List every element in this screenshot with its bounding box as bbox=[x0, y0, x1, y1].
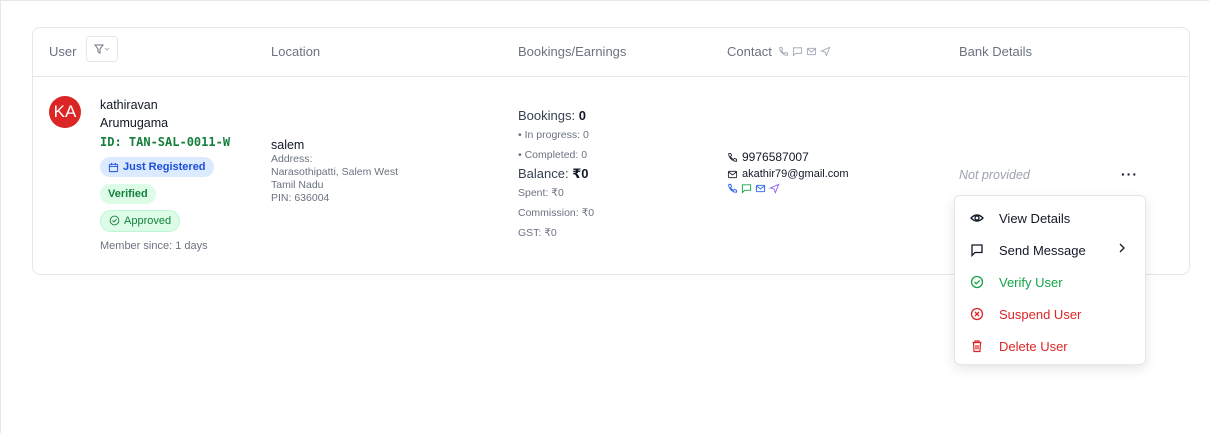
location-cell: salem Address: Narasothipatti, Salem Wes… bbox=[271, 137, 491, 205]
eye-icon bbox=[969, 210, 985, 226]
menu-item-view-details[interactable]: View Details bbox=[955, 202, 1145, 234]
page: User Location Bookings/Earnings Contact bbox=[0, 0, 1209, 433]
approved-label: Approved bbox=[124, 214, 172, 227]
balance-label: Balance: bbox=[518, 166, 569, 181]
check-circle-icon bbox=[109, 215, 120, 226]
filter-button[interactable] bbox=[86, 36, 119, 62]
balance-value: ₹0 bbox=[572, 166, 589, 181]
check-circle-icon bbox=[969, 274, 985, 290]
call-action-icon[interactable] bbox=[727, 183, 738, 194]
more-actions-button[interactable]: ··· bbox=[1121, 166, 1138, 182]
contact-phone: 9976587007 bbox=[727, 149, 927, 165]
email-action-icon[interactable] bbox=[755, 183, 766, 194]
bookings-in-progress: • In progress: 0 bbox=[518, 129, 589, 141]
avatar: KA bbox=[49, 96, 81, 128]
menu-item-send-message[interactable]: Send Message bbox=[955, 234, 1145, 266]
header-bank: Bank Details bbox=[959, 44, 1032, 59]
x-circle-icon bbox=[969, 306, 985, 322]
address-line2: Tamil Nadu bbox=[271, 179, 324, 191]
user-first-name: kathiravan bbox=[100, 98, 158, 112]
bookings-label: Bookings: bbox=[518, 108, 576, 123]
balance: Balance: ₹0 bbox=[518, 165, 718, 183]
address-pin: PIN: 636004 bbox=[271, 192, 330, 204]
contact-cell: 9976587007 akathir79@gmail.com bbox=[727, 149, 927, 194]
header-contact: Contact bbox=[727, 44, 831, 59]
address-line1: Narasothipatti, Salem West bbox=[271, 166, 399, 178]
trash-icon bbox=[969, 338, 985, 354]
header-user-label: User bbox=[49, 43, 77, 59]
actions-menu: View Details Send Message Verify User Su… bbox=[954, 195, 1146, 365]
menu-item-delete-user[interactable]: Delete User bbox=[955, 330, 1145, 362]
verified-badge: Verified bbox=[100, 183, 156, 204]
member-since: Member since: 1 days bbox=[100, 239, 208, 252]
header-bookings: Bookings/Earnings bbox=[518, 44, 627, 59]
header-location: Location bbox=[271, 44, 321, 59]
location-city: salem bbox=[271, 138, 305, 152]
message-icon bbox=[969, 242, 985, 258]
user-last-name: Arumugama bbox=[100, 116, 169, 130]
menu-label-verify-user: Verify User bbox=[999, 274, 1063, 290]
address-label: Address: bbox=[271, 153, 313, 165]
user-id: ID: TAN-SAL-0011-W bbox=[100, 135, 231, 149]
contact-actions bbox=[727, 183, 927, 194]
table-header: User Location Bookings/Earnings Contact bbox=[33, 28, 1189, 77]
menu-item-suspend-user[interactable]: Suspend User bbox=[955, 298, 1145, 330]
menu-label-send-message: Send Message bbox=[999, 242, 1086, 258]
spent: Spent: ₹0 bbox=[518, 187, 564, 199]
user-cell: kathiravan Arumugama ID: TAN-SAL-0011-W … bbox=[100, 96, 270, 252]
email-address: akathir79@gmail.com bbox=[742, 168, 849, 180]
bookings-total: Bookings: 0 bbox=[518, 107, 718, 125]
menu-label-delete-user: Delete User bbox=[999, 338, 1068, 354]
header-user: User bbox=[49, 36, 119, 62]
commission: Commission: ₹0 bbox=[518, 207, 595, 219]
phone-icon bbox=[779, 46, 788, 56]
menu-label-view-details: View Details bbox=[999, 210, 1071, 226]
sms-action-icon[interactable] bbox=[741, 183, 752, 194]
mail-icon bbox=[806, 47, 816, 56]
just-registered-badge: Just Registered bbox=[100, 157, 214, 177]
header-contact-label: Contact bbox=[727, 44, 772, 59]
chevron-right-icon bbox=[1117, 242, 1127, 254]
phone-number: 9976587007 bbox=[742, 150, 809, 164]
bookings-completed: • Completed: 0 bbox=[518, 149, 588, 161]
approved-badge: Approved bbox=[100, 209, 181, 232]
bank-details: Not provided bbox=[959, 168, 1030, 182]
send-icon bbox=[819, 46, 831, 57]
menu-item-verify-user[interactable]: Verify User bbox=[955, 266, 1145, 298]
contact-email: akathir79@gmail.com bbox=[727, 165, 927, 183]
phone-icon bbox=[728, 152, 738, 162]
menu-label-suspend-user: Suspend User bbox=[999, 306, 1082, 322]
mail-icon bbox=[727, 170, 738, 178]
filter-icon bbox=[94, 44, 110, 54]
header-contact-icons bbox=[778, 46, 831, 57]
message-icon bbox=[792, 47, 802, 57]
just-registered-label: Just Registered bbox=[123, 161, 206, 173]
send-action-icon[interactable] bbox=[769, 183, 780, 194]
calendar-icon bbox=[108, 162, 119, 172]
bookings-cell: Bookings: 0 • In progress: 0 • Completed… bbox=[518, 107, 718, 243]
bookings-count: 0 bbox=[578, 108, 586, 123]
gst: GST: ₹0 bbox=[518, 227, 557, 239]
